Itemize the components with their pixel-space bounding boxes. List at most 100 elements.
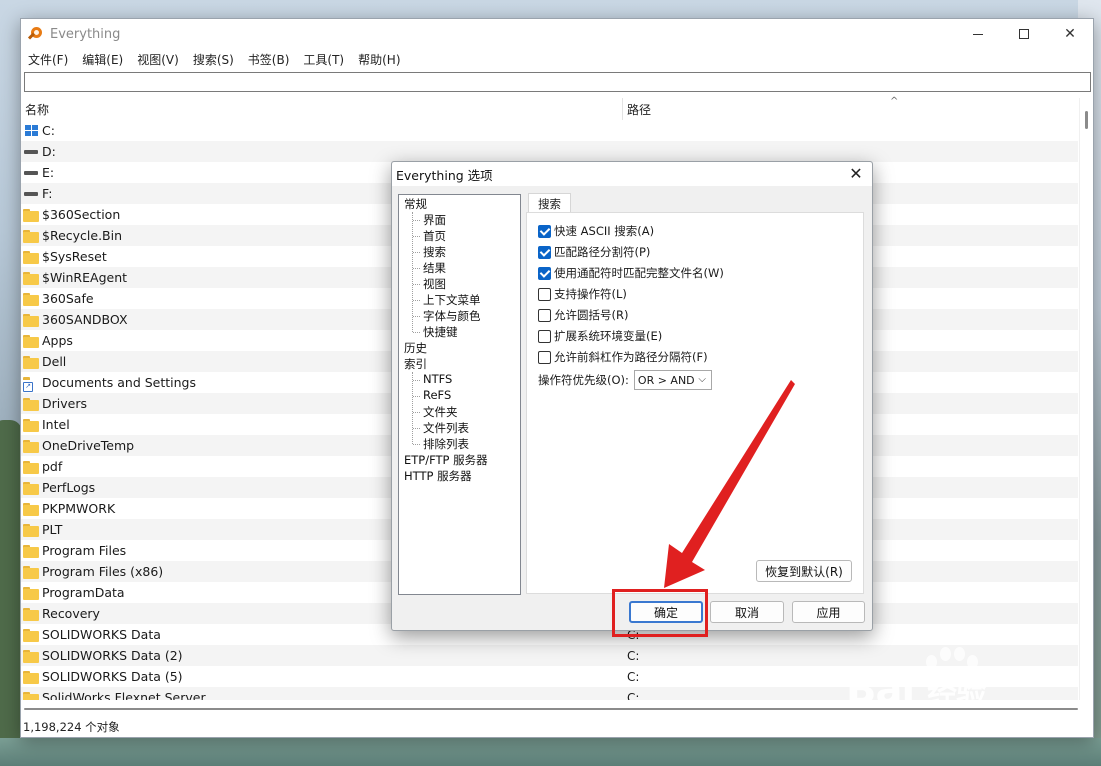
- file-name: Documents and Settings: [42, 375, 197, 390]
- menu-tools[interactable]: 工具(T): [296, 51, 351, 68]
- column-header-path[interactable]: 路径: [623, 98, 1078, 120]
- table-row[interactable]: C:: [21, 120, 1078, 141]
- vertical-scrollbar[interactable]: [1079, 98, 1093, 700]
- close-button[interactable]: ✕: [1047, 19, 1093, 49]
- file-name: OneDriveTemp: [42, 438, 135, 453]
- apply-button[interactable]: 应用: [792, 601, 865, 623]
- folder-icon: [23, 250, 39, 264]
- folder-icon: [23, 649, 39, 663]
- tree-connector: [413, 316, 420, 317]
- window-controls: ✕: [955, 19, 1093, 49]
- tree-item-child[interactable]: NTFS: [423, 372, 452, 386]
- file-name: F:: [42, 186, 53, 201]
- file-name: SOLIDWORKS Data (2): [42, 648, 183, 663]
- table-row[interactable]: D:: [21, 141, 1078, 162]
- restore-defaults-button[interactable]: 恢复到默认(R): [756, 560, 852, 582]
- tree-item-child[interactable]: 排除列表: [423, 436, 469, 452]
- search-option-row[interactable]: 扩展系统环境变量(E): [538, 328, 662, 344]
- folder-icon: [23, 544, 39, 558]
- tree-connector: [413, 396, 420, 397]
- dialog-close-icon[interactable]: ✕: [846, 164, 866, 184]
- search-option-row[interactable]: 匹配路径分割符(P): [538, 244, 650, 260]
- tree-connector: [413, 332, 420, 333]
- tree-item-child[interactable]: 快捷键: [423, 324, 458, 340]
- object-count: 1,198,224 个对象: [23, 720, 120, 734]
- file-name: Apps: [42, 333, 73, 348]
- tree-item-etp-server[interactable]: ETP/FTP 服务器: [404, 452, 488, 468]
- menu-search[interactable]: 搜索(S): [186, 51, 241, 68]
- operator-priority-row: 操作符优先级(O): OR > AND ⌵: [538, 370, 712, 390]
- menu-edit[interactable]: 编辑(E): [75, 51, 130, 68]
- search-option-row[interactable]: 允许前斜杠作为路径分隔符(F): [538, 349, 708, 365]
- window-title: Everything: [50, 26, 121, 42]
- tree-item-child[interactable]: 界面: [423, 212, 446, 228]
- tree-item-child[interactable]: 字体与颜色: [423, 308, 481, 324]
- tree-item-index[interactable]: 索引: [404, 356, 427, 372]
- tree-item-child[interactable]: 视图: [423, 276, 446, 292]
- column-header-name[interactable]: 名称: [21, 98, 622, 120]
- checkbox-unchecked[interactable]: [538, 287, 551, 301]
- tree-item-child[interactable]: 搜索: [423, 244, 446, 260]
- folder-icon: [23, 628, 39, 642]
- vertical-scroll-thumb[interactable]: [1085, 111, 1088, 129]
- menu-bookmarks[interactable]: 书签(B): [241, 51, 297, 68]
- operator-priority-value: OR > AND: [637, 373, 695, 387]
- tree-connector: [413, 252, 420, 253]
- file-path: C:: [627, 669, 640, 684]
- operator-priority-select[interactable]: OR > AND ⌵: [633, 370, 712, 390]
- dialog-title-bar[interactable]: Everything 选项 ✕: [392, 162, 872, 186]
- tab-search[interactable]: 搜索: [528, 193, 571, 213]
- tree-item-child[interactable]: 文件列表: [423, 420, 469, 436]
- tree-item-general[interactable]: 常规: [404, 196, 427, 212]
- file-name: PKPMWORK: [42, 501, 116, 516]
- minimize-icon: [973, 33, 983, 35]
- menu-view[interactable]: 视图(V): [130, 51, 186, 68]
- folder-icon: [23, 313, 39, 327]
- folder-icon: [23, 481, 39, 495]
- file-path: C:: [627, 648, 640, 663]
- operator-priority-label: 操作符优先级(O):: [538, 373, 629, 387]
- tree-connector: [413, 268, 420, 269]
- tree-connector: [412, 372, 413, 444]
- everything-app-icon: [27, 26, 44, 42]
- close-icon: ✕: [1064, 26, 1076, 42]
- tree-item-http-server[interactable]: HTTP 服务器: [404, 468, 472, 484]
- maximize-icon: [1019, 29, 1029, 39]
- tree-item-history[interactable]: 历史: [404, 340, 427, 356]
- tree-connector: [413, 412, 420, 413]
- file-name: $SysReset: [42, 249, 107, 264]
- tree-item-child[interactable]: 文件夹: [423, 404, 458, 420]
- watermark-brand: Bai 经验: [846, 667, 986, 713]
- tree-connector: [413, 380, 420, 381]
- folder-icon: [23, 292, 39, 306]
- checkbox-checked[interactable]: [538, 245, 551, 259]
- menu-help[interactable]: 帮助(H): [351, 51, 407, 68]
- checkbox-unchecked[interactable]: [538, 329, 551, 343]
- search-input[interactable]: [25, 73, 1090, 91]
- checkbox-checked[interactable]: [538, 266, 551, 280]
- tree-item-child[interactable]: ReFS: [423, 388, 451, 402]
- tree-item-child[interactable]: 上下文菜单: [423, 292, 481, 308]
- maximize-button[interactable]: [1001, 19, 1047, 49]
- folder-icon: [23, 355, 39, 369]
- checkbox-unchecked[interactable]: [538, 308, 551, 322]
- title-bar[interactable]: Everything ✕: [21, 19, 1093, 49]
- search-option-row[interactable]: 支持操作符(L): [538, 286, 627, 302]
- checkbox-unchecked[interactable]: [538, 350, 551, 364]
- wallpaper-tree: [0, 420, 22, 766]
- file-name: PerfLogs: [42, 480, 96, 495]
- checkbox-checked[interactable]: [538, 224, 551, 238]
- search-option-row[interactable]: 允许圆括号(R): [538, 307, 628, 323]
- folder-icon: [23, 565, 39, 579]
- search-option-row[interactable]: 快速 ASCII 搜索(A): [538, 223, 654, 239]
- tree-item-child[interactable]: 首页: [423, 228, 446, 244]
- cancel-button[interactable]: 取消: [710, 601, 784, 623]
- menu-file[interactable]: 文件(F): [21, 51, 75, 68]
- name-cell: C:: [23, 120, 621, 141]
- minimize-button[interactable]: [955, 19, 1001, 49]
- tree-item-child[interactable]: 结果: [423, 260, 446, 276]
- folder-icon: [23, 439, 39, 453]
- file-name: SOLIDWORKS Data (5): [42, 669, 183, 684]
- file-name: Dell: [42, 354, 67, 369]
- search-option-row[interactable]: 使用通配符时匹配完整文件名(W): [538, 265, 724, 281]
